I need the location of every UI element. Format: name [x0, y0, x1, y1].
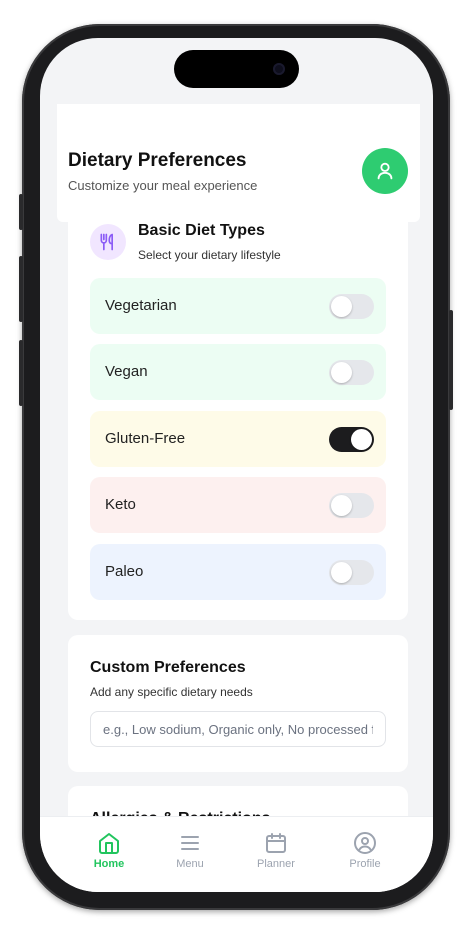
diet-option-label: Vegan [105, 363, 148, 380]
gluten-free-toggle[interactable] [329, 427, 374, 452]
toggle-knob [351, 429, 372, 450]
basic-diet-card: Basic Diet Types Select your dietary lif… [68, 198, 408, 620]
diet-option-gluten-free[interactable]: Gluten-Free [90, 411, 386, 467]
nav-menu[interactable]: Menu [155, 831, 225, 870]
utensils-icon [90, 224, 126, 260]
side-button [19, 194, 23, 230]
volume-up-button [19, 256, 23, 322]
camera-icon [273, 63, 285, 75]
vegan-toggle[interactable] [329, 360, 374, 385]
toggle-knob [331, 362, 352, 383]
vegetarian-toggle[interactable] [329, 294, 374, 319]
nav-planner[interactable]: Planner [241, 831, 311, 870]
calendar-icon [266, 833, 286, 853]
nav-home[interactable]: Home [74, 831, 144, 870]
power-button [449, 310, 453, 410]
volume-down-button [19, 340, 23, 406]
nav-label: Profile [349, 858, 381, 870]
diet-option-label: Keto [105, 496, 136, 513]
diet-option-vegetarian[interactable]: Vegetarian [90, 278, 386, 334]
custom-preferences-card: Custom Preferences Add any specific diet… [68, 635, 408, 772]
section-subtitle: Select your dietary lifestyle [138, 248, 281, 262]
toggle-knob [331, 296, 352, 317]
bottom-nav: Home Menu Planner Profile [40, 816, 433, 892]
section-title: Basic Diet Types [138, 222, 265, 239]
profile-icon [354, 832, 376, 854]
diet-option-label: Vegetarian [105, 297, 177, 314]
keto-toggle[interactable] [329, 493, 374, 518]
toggle-knob [331, 495, 352, 516]
page-title: Dietary Preferences [68, 150, 247, 171]
page-subtitle: Customize your meal experience [68, 178, 258, 193]
dynamic-island [174, 50, 299, 88]
custom-preferences-input[interactable] [90, 711, 386, 747]
nav-label: Menu [176, 858, 204, 870]
paleo-toggle[interactable] [329, 560, 374, 585]
nav-label: Planner [257, 858, 295, 870]
user-icon [377, 162, 393, 180]
nav-profile[interactable]: Profile [330, 831, 400, 870]
section-title: Custom Preferences [90, 659, 246, 676]
avatar-button[interactable] [362, 148, 408, 194]
section-subtitle: Add any specific dietary needs [90, 685, 253, 699]
diet-option-label: Gluten-Free [105, 430, 186, 447]
menu-icon [181, 836, 199, 850]
toggle-knob [331, 562, 352, 583]
diet-option-label: Paleo [105, 563, 144, 580]
diet-option-vegan[interactable]: Vegan [90, 344, 386, 400]
screen: Dietary Preferences Customize your meal … [40, 38, 433, 892]
nav-label: Home [93, 858, 125, 870]
diet-option-keto[interactable]: Keto [90, 477, 386, 533]
home-icon [99, 833, 119, 854]
diet-option-paleo[interactable]: Paleo [90, 544, 386, 600]
